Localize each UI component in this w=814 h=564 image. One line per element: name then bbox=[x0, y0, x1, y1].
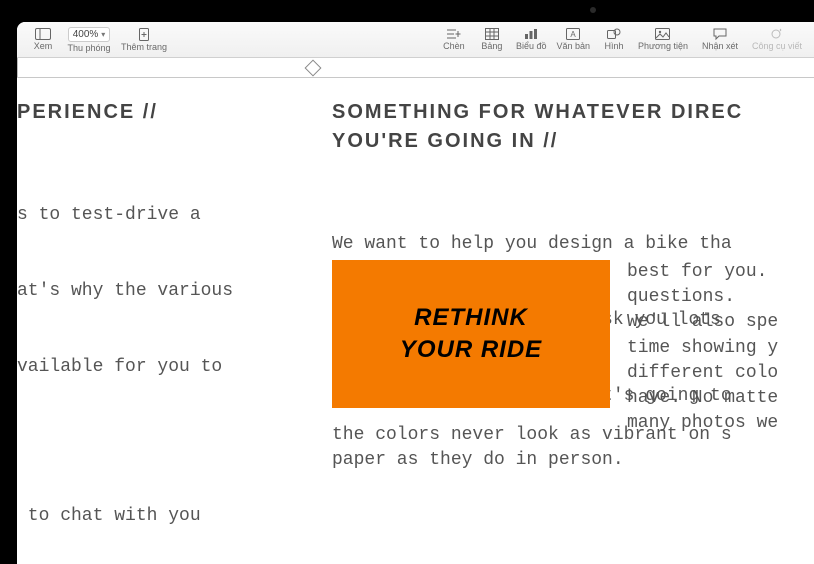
left-heading: PERIENCE // bbox=[17, 98, 312, 127]
chart-label: Biểu đồ bbox=[516, 41, 547, 51]
panel-icon bbox=[35, 28, 51, 40]
authoring-button[interactable]: Công cụ viết bbox=[748, 28, 806, 51]
insert-button[interactable]: Chèn bbox=[436, 28, 472, 51]
zoom-control[interactable]: 400% ▾ Thu phóng bbox=[63, 27, 115, 53]
right-wrap-text: best for you. questions. We'll also spe … bbox=[627, 260, 814, 436]
insert-label: Chèn bbox=[443, 41, 465, 51]
right-heading: SOMETHING FOR WHATEVER DIREC YOU'RE GOIN… bbox=[332, 98, 814, 156]
comment-label: Nhận xét bbox=[702, 41, 738, 51]
svg-text:A: A bbox=[571, 30, 577, 39]
comment-button[interactable]: Nhận xét bbox=[694, 28, 746, 51]
table-label: Bảng bbox=[481, 41, 502, 51]
left-column: PERIENCE // s to test-drive a at's why t… bbox=[17, 98, 312, 564]
view-button[interactable]: Xem bbox=[25, 28, 61, 51]
sparkle-icon bbox=[770, 28, 784, 40]
zoom-value: 400% bbox=[73, 29, 99, 40]
comment-icon bbox=[713, 28, 727, 40]
camera-dot bbox=[590, 7, 596, 13]
chart-icon bbox=[524, 28, 538, 40]
insert-icon bbox=[446, 28, 461, 40]
left-para-1: s to test-drive a at's why the various v… bbox=[17, 153, 312, 430]
device-bezel: Xem 400% ▾ Thu phóng Thêm trang bbox=[0, 0, 814, 564]
media-icon bbox=[655, 28, 670, 40]
right-below-text: the colors never look as vibrant on s pa… bbox=[332, 423, 814, 473]
media-label: Phương tiện bbox=[638, 41, 688, 51]
ruler-marker[interactable] bbox=[305, 60, 322, 77]
ruler[interactable] bbox=[17, 58, 814, 78]
document-canvas[interactable]: PERIENCE // s to test-drive a at's why t… bbox=[17, 78, 814, 564]
callout-text: RETHINK YOUR RIDE bbox=[400, 302, 542, 367]
chart-button[interactable]: Biểu đồ bbox=[512, 28, 551, 51]
add-page-label: Thêm trang bbox=[121, 42, 167, 52]
media-button[interactable]: Phương tiện bbox=[634, 28, 692, 51]
chevron-down-icon: ▾ bbox=[101, 30, 105, 39]
app-window: Xem 400% ▾ Thu phóng Thêm trang bbox=[17, 22, 814, 564]
left-para-2: to chat with you you're after and ght li… bbox=[17, 454, 312, 564]
callout-box[interactable]: RETHINK YOUR RIDE bbox=[332, 260, 610, 408]
add-page-icon bbox=[137, 28, 151, 41]
view-label: Xem bbox=[34, 41, 53, 51]
shape-button[interactable]: Hình bbox=[596, 28, 632, 51]
text-icon: A bbox=[566, 28, 580, 40]
add-page-button[interactable]: Thêm trang bbox=[117, 28, 171, 52]
zoom-label: Thu phóng bbox=[67, 43, 110, 53]
table-button[interactable]: Bảng bbox=[474, 28, 510, 51]
authoring-label: Công cụ viết bbox=[752, 41, 802, 51]
shape-label: Hình bbox=[604, 41, 623, 51]
table-icon bbox=[485, 28, 499, 40]
text-button[interactable]: A Văn bản bbox=[552, 28, 594, 51]
shape-icon bbox=[607, 28, 621, 40]
toolbar: Xem 400% ▾ Thu phóng Thêm trang bbox=[17, 22, 814, 58]
text-label: Văn bản bbox=[556, 41, 590, 51]
